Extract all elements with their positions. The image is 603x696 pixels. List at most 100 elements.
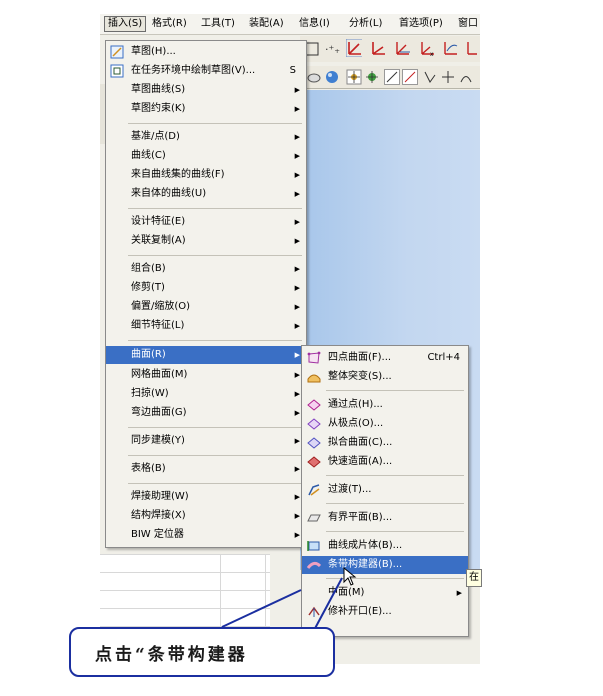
submenu-item-transition[interactable]: 过渡(T)...	[302, 481, 468, 499]
menu-separator	[326, 503, 464, 504]
menu-item-trim[interactable]: 修剪(T) ▶	[106, 279, 306, 297]
submenu-arrow-icon: ▶	[294, 284, 300, 292]
menu-item-weld-assistant[interactable]: 焊接助理(W) ▶	[106, 488, 306, 506]
menu-item-structure-welding[interactable]: 结构焊接(X) ▶	[106, 507, 306, 525]
submenu-item-four-point-surface[interactable]: 四点曲面(F)... Ctrl+4	[302, 349, 468, 367]
arc-snap-icon[interactable]	[458, 69, 474, 85]
submenu-item-rapid-surfacing[interactable]: 快速造面(A)...	[302, 453, 468, 471]
snap-point-icon[interactable]	[364, 69, 380, 85]
submenu-arrow-icon: ▶	[294, 437, 300, 445]
svg-text:·⁺₊: ·⁺₊	[325, 43, 340, 56]
point-tool-icon[interactable]: ·⁺₊	[324, 41, 340, 57]
rotate-view-icon[interactable]	[306, 69, 322, 85]
submenu-arrow-icon: ▶	[294, 237, 300, 245]
submenu-item-patch-openings[interactable]: 修补开口(E)...	[302, 603, 468, 621]
intersection-snap-icon[interactable]	[440, 69, 456, 85]
shaded-view-icon[interactable]	[324, 69, 340, 85]
submenu-arrow-icon: ▶	[294, 531, 300, 539]
rapid-surfacing-icon	[307, 455, 321, 469]
menu-separator	[128, 255, 302, 256]
submenu-arrow-icon: ▶	[294, 493, 300, 501]
tooltip: 在	[466, 569, 482, 587]
menu-information[interactable]: 信息(I)	[296, 17, 333, 31]
spline-tool-icon[interactable]	[442, 40, 458, 56]
submenu-item-through-points[interactable]: 通过点(H)...	[302, 396, 468, 414]
transition-icon	[307, 483, 321, 497]
menu-item-derived-curve[interactable]: 来自曲线集的曲线(F) ▶	[106, 166, 306, 184]
four-point-surface-icon	[307, 351, 321, 365]
curve-to-sheet-icon	[307, 539, 321, 553]
menu-item-flange-surface[interactable]: 弯边曲面(G) ▶	[106, 404, 306, 422]
menu-item-offset-scale[interactable]: 偏置/缩放(O) ▶	[106, 298, 306, 316]
submenu-arrow-icon: ▶	[294, 371, 300, 379]
from-poles-icon	[307, 417, 321, 431]
submenu-arrow-icon: ▶	[294, 409, 300, 417]
menu-assemblies[interactable]: 装配(A)	[246, 17, 287, 31]
arc-axis-icon[interactable]	[370, 40, 386, 56]
menu-item-sketch[interactable]: 草图(H)...	[106, 43, 306, 61]
submenu-item-bounded-plane[interactable]: 有界平面(B)...	[302, 509, 468, 527]
more-tool-icon[interactable]	[464, 40, 480, 56]
menu-bar: 插入(S) 格式(R) 工具(T) 装配(A) 信息(I) 分析(L) 首选项(…	[100, 14, 480, 35]
menu-item-table[interactable]: 表格(B) ▶	[106, 460, 306, 478]
through-points-icon	[307, 398, 321, 412]
menu-item-sketch-constraint[interactable]: 草图约束(K) ▶	[106, 100, 306, 118]
patch-openings-icon	[307, 605, 321, 619]
ribbon-builder-icon	[306, 558, 322, 572]
axis-tool-icon[interactable]	[346, 39, 362, 57]
submenu-arrow-icon: ▶	[294, 218, 300, 226]
menu-item-synchronous-modeling[interactable]: 同步建模(Y) ▶	[106, 432, 306, 450]
menu-tools[interactable]: 工具(T)	[198, 17, 238, 31]
menu-separator	[128, 427, 302, 428]
submenu-arrow-icon: ▶	[294, 152, 300, 160]
bounded-plane-icon	[307, 511, 321, 525]
surface-submenu: 四点曲面(F)... Ctrl+4 整体突变(S)... 通过点(H)... 从…	[301, 345, 469, 637]
menu-item-sketch-curve[interactable]: 草图曲线(S) ▶	[106, 81, 306, 99]
annotation-text: 点击“条带构建器	[95, 645, 248, 665]
line-snap-icon[interactable]	[384, 69, 400, 85]
menu-analysis[interactable]: 分析(L)	[346, 17, 385, 31]
submenu-arrow-icon: ▶	[294, 322, 300, 330]
menu-separator	[128, 208, 302, 209]
submenu-item-ribbon-builder[interactable]: 条带构建器(B)...	[302, 556, 468, 574]
sketch-task-icon	[110, 64, 124, 78]
submenu-arrow-icon: ▶	[456, 589, 462, 597]
csys-tool-icon[interactable]: x	[418, 40, 434, 57]
menu-item-detail-feature[interactable]: 细节特征(L) ▶	[106, 317, 306, 335]
menu-item-datum-point[interactable]: 基准/点(D) ▶	[106, 128, 306, 146]
menu-separator	[326, 390, 464, 391]
submenu-arrow-icon: ▶	[294, 351, 300, 359]
svg-text:x: x	[430, 51, 434, 57]
menu-format[interactable]: 格式(R)	[149, 17, 190, 31]
menu-item-curve-from-bodies[interactable]: 来自体的曲线(U) ▶	[106, 185, 306, 203]
menu-item-surface[interactable]: 曲面(R) ▶	[106, 346, 306, 364]
menu-item-design-feature[interactable]: 设计特征(E) ▶	[106, 213, 306, 231]
menu-insert[interactable]: 插入(S)	[104, 16, 147, 32]
menu-window[interactable]: 窗口	[455, 17, 481, 31]
menu-preferences[interactable]: 首选项(P)	[396, 17, 446, 31]
submenu-arrow-icon: ▶	[294, 465, 300, 473]
menu-item-sketch-in-task[interactable]: 在任务环境中绘制草图(V)... S	[106, 62, 306, 80]
view-toolbar	[300, 66, 480, 89]
menu-separator	[326, 531, 464, 532]
submenu-item-midsurface[interactable]: 中面(M) ▶	[302, 584, 468, 602]
submenu-arrow-icon: ▶	[294, 105, 300, 113]
menu-item-sweep[interactable]: 扫掠(W) ▶	[106, 385, 306, 403]
menu-separator	[128, 123, 302, 124]
submenu-item-from-poles[interactable]: 从极点(O)...	[302, 415, 468, 433]
line-snap-red-icon[interactable]	[402, 69, 418, 85]
submenu-item-rapid-surface[interactable]: 整体突变(S)...	[302, 368, 468, 386]
menu-item-combine[interactable]: 组合(B) ▶	[106, 260, 306, 278]
submenu-arrow-icon: ▶	[294, 512, 300, 520]
curve-snap-icon[interactable]	[422, 69, 438, 85]
offset-axis-icon[interactable]	[394, 40, 410, 56]
insert-dropdown-menu: 草图(H)... 在任务环境中绘制草图(V)... S 草图曲线(S) ▶ 草图…	[105, 40, 307, 548]
menu-item-mesh-surface[interactable]: 网格曲面(M) ▶	[106, 366, 306, 384]
snap-grid-icon[interactable]	[346, 69, 362, 85]
menu-item-curve[interactable]: 曲线(C) ▶	[106, 147, 306, 165]
submenu-item-curve-to-sheet[interactable]: 曲线成片体(B)...	[302, 537, 468, 555]
menu-separator	[326, 475, 464, 476]
menu-item-associative-copy[interactable]: 关联复制(A) ▶	[106, 232, 306, 250]
submenu-item-fit-surface[interactable]: 拟合曲面(C)...	[302, 434, 468, 452]
menu-item-biw-locator[interactable]: BIW 定位器 ▶	[106, 526, 306, 544]
